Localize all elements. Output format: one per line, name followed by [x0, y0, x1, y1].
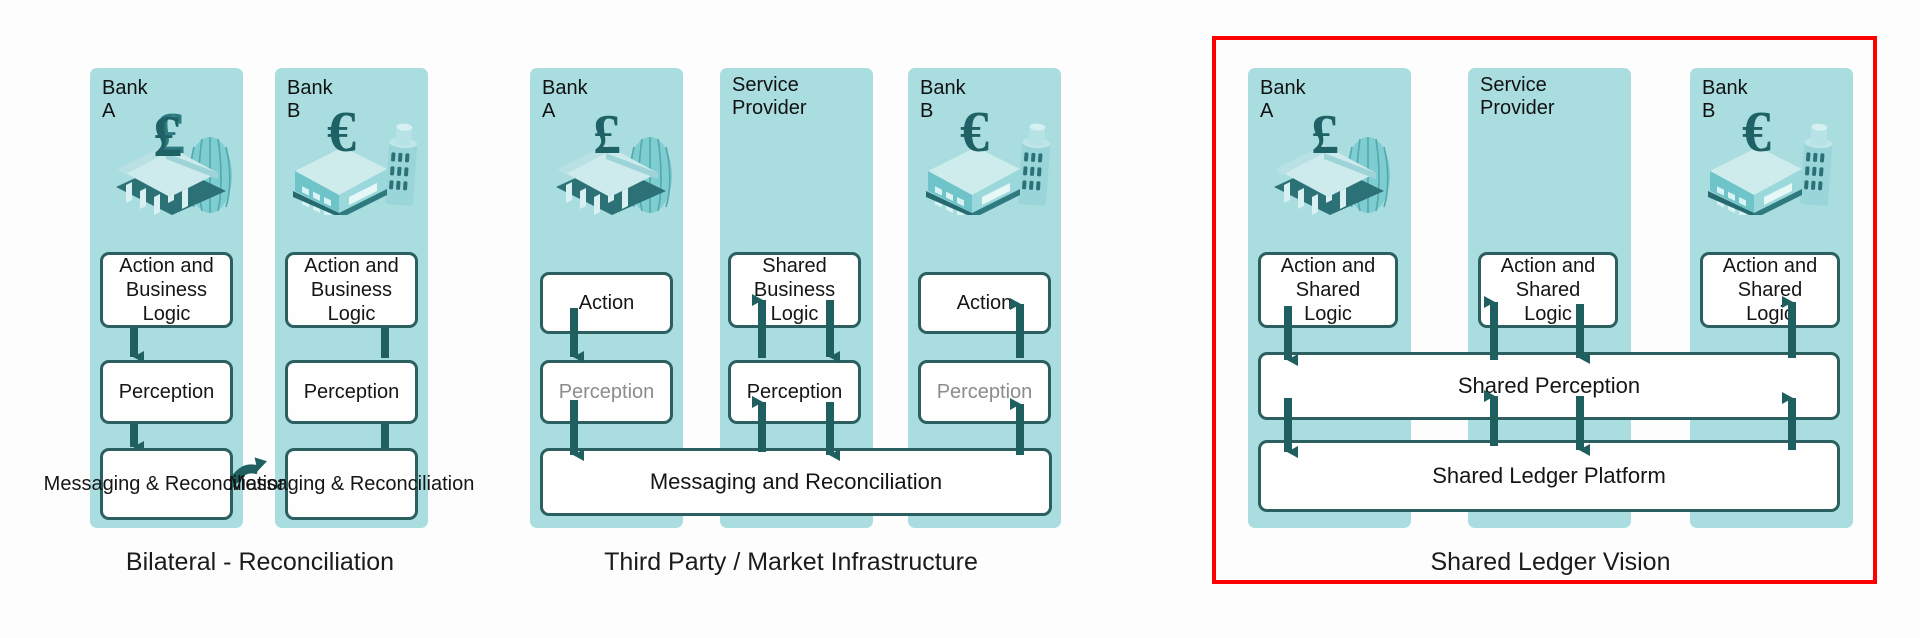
box-tp-shared-business-logic[interactable]: Shared Business Logic	[728, 252, 861, 328]
svg-text:£: £	[593, 105, 621, 166]
column-label-tp-service-provider: Service Provider	[732, 74, 807, 119]
box-tp-bank-b-action[interactable]: Action	[918, 272, 1051, 334]
bank-classical-pound-icon-tp: £	[538, 104, 678, 215]
caption-bilateral: Bilateral - Reconciliation	[125, 548, 395, 576]
box-bank-b-perception[interactable]: Perception	[285, 360, 418, 424]
svg-text:€: €	[960, 105, 989, 164]
svg-text:€: €	[327, 105, 356, 164]
bank-modern-euro-icon: €	[283, 99, 423, 219]
box-bank-b-action-business-logic[interactable]: Action and Business Logic	[285, 252, 418, 328]
highlight-frame-shared-ledger	[1212, 36, 1877, 584]
box-bank-b-messaging-reconciliation[interactable]: Messaging & Reconciliation	[229, 448, 474, 520]
box-tp-bank-b-perception[interactable]: Perception	[918, 360, 1051, 424]
bank-modern-euro-icon-tp: €	[916, 99, 1056, 219]
caption-third-party: Third Party / Market Infrastructure	[604, 548, 978, 576]
bar-messaging-and-reconciliation[interactable]: Messaging and Reconciliation	[540, 448, 1052, 516]
box-bank-a-action-business-logic[interactable]: Action and Business Logic	[100, 252, 233, 328]
svg-text:£: £	[153, 105, 182, 169]
box-tp-bank-a-perception[interactable]: Perception	[540, 360, 673, 424]
box-bank-a-messaging-reconciliation[interactable]: Messaging & Reconciliation	[44, 448, 289, 520]
bank-classical-pound-icon: £ £	[98, 101, 238, 215]
box-bank-a-perception[interactable]: Perception	[100, 360, 233, 424]
diagram-canvas: Bank A £ £ Action and Business Logic Per…	[0, 0, 1920, 638]
box-tp-bank-a-action[interactable]: Action	[540, 272, 673, 334]
box-tp-service-provider-perception[interactable]: Perception	[728, 360, 861, 424]
